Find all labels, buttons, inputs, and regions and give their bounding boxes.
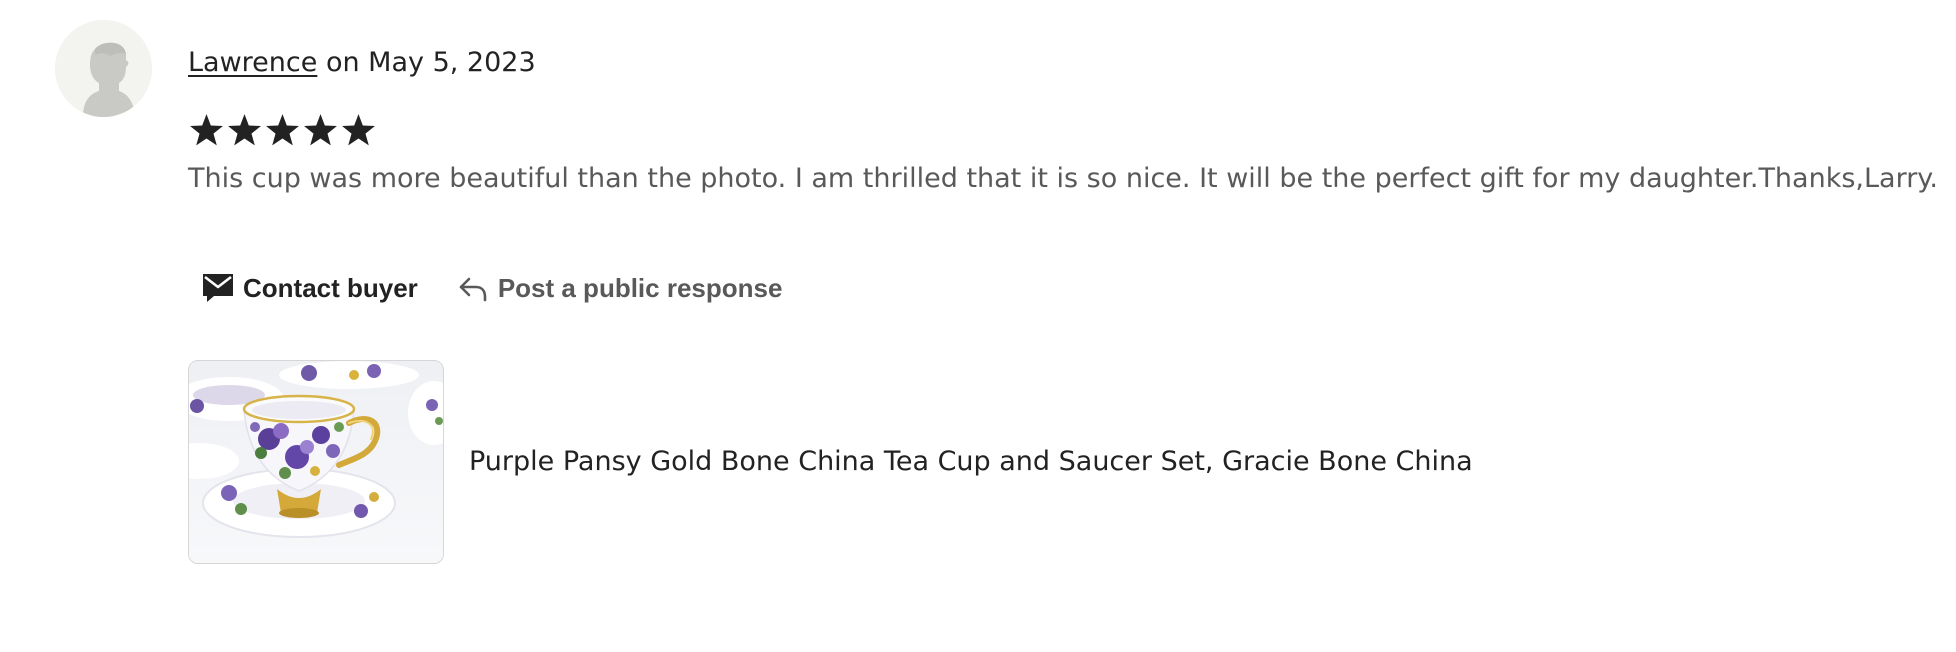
contact-buyer-label: Contact buyer bbox=[243, 272, 418, 303]
reply-arrow-icon bbox=[456, 271, 490, 305]
reviewed-product: Purple Pansy Gold Bone China Tea Cup and… bbox=[188, 360, 1473, 564]
star-filled-icon bbox=[228, 114, 261, 146]
review-text: This cup was more beautiful than the pho… bbox=[188, 163, 1939, 194]
star-rating bbox=[188, 112, 377, 148]
product-title-link[interactable]: Purple Pansy Gold Bone China Tea Cup and… bbox=[469, 445, 1473, 479]
review-meta: Lawrence on May 5, 2023 bbox=[188, 46, 536, 80]
review-date: on May 5, 2023 bbox=[325, 47, 536, 78]
star-filled-icon bbox=[266, 114, 299, 146]
star-filled-icon bbox=[190, 114, 223, 146]
post-public-response-label: Post a public response bbox=[497, 272, 783, 303]
reviewer-name-link[interactable]: Lawrence bbox=[188, 47, 317, 78]
post-public-response-button[interactable]: Post a public response bbox=[442, 264, 797, 312]
review-card: Lawrence on May 5, 2023 This cup was mor… bbox=[0, 0, 1956, 652]
envelope-icon bbox=[201, 271, 235, 305]
review-actions: Contact buyer Post a public response bbox=[188, 264, 796, 312]
contact-buyer-button[interactable]: Contact buyer bbox=[188, 264, 432, 312]
star-filled-icon bbox=[304, 114, 337, 146]
person-silhouette-icon bbox=[55, 20, 152, 117]
avatar[interactable] bbox=[55, 20, 152, 117]
star-filled-icon bbox=[342, 114, 375, 146]
product-thumbnail[interactable] bbox=[188, 360, 444, 564]
